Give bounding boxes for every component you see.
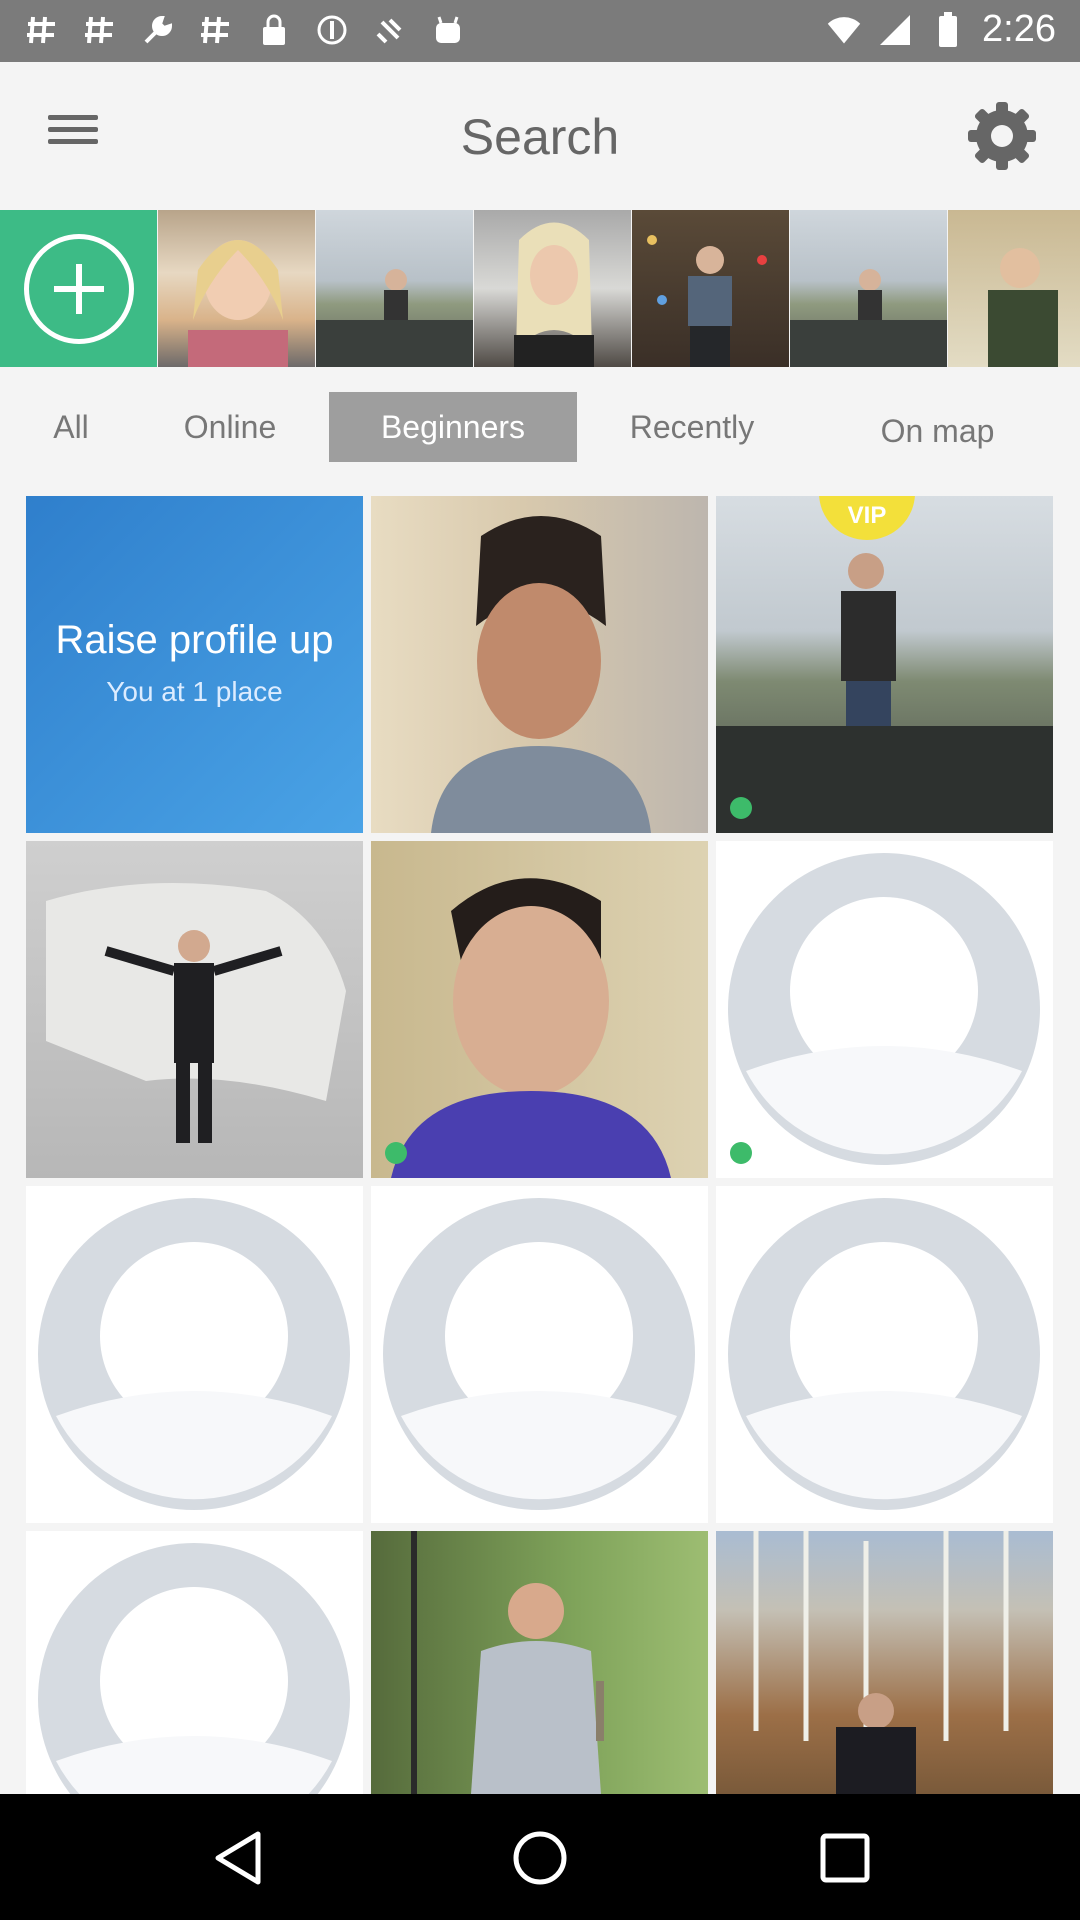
system-icons: 2:26 — [826, 8, 1056, 51]
profile-photo — [431, 516, 651, 833]
avatar-placeholder-icon — [38, 1198, 350, 1510]
status-bar: 2:26 — [0, 0, 1080, 62]
profile-photo — [716, 553, 1053, 833]
avatar-placeholder-icon — [728, 853, 1040, 1165]
page-title: Search — [460, 109, 620, 165]
online-indicator — [730, 1142, 752, 1164]
filter-tabs: All Online Beginners Recently On map — [0, 392, 1080, 468]
signal-icon — [878, 12, 914, 48]
add-story-button[interactable] — [0, 210, 157, 367]
profile-card[interactable] — [371, 1186, 708, 1523]
avatar-placeholder-icon — [728, 1198, 1040, 1510]
blocked-icon — [314, 12, 350, 48]
plus-circle-icon — [23, 233, 134, 344]
profile-photo — [391, 878, 671, 1178]
profile-card[interactable] — [716, 841, 1053, 1178]
hashtag-icon — [82, 12, 118, 48]
story-thumbnail[interactable] — [474, 210, 631, 367]
recents-square-icon[interactable] — [815, 1828, 875, 1888]
story-thumbnail[interactable] — [158, 210, 315, 367]
promo-subtitle: You at 1 place — [106, 676, 283, 707]
lock-icon — [256, 12, 292, 48]
profile-card[interactable] — [716, 1186, 1053, 1523]
avatar-placeholder-icon — [38, 1543, 350, 1794]
status-time: 2:26 — [982, 8, 1056, 50]
profile-photo — [46, 883, 346, 1143]
gear-icon[interactable] — [964, 98, 1040, 174]
app-bar: Search — [0, 62, 1080, 210]
tab-online[interactable]: Online — [160, 392, 300, 462]
story-thumbnail[interactable] — [790, 210, 947, 367]
wifi-icon — [826, 12, 862, 48]
raise-profile-card[interactable]: Raise profile up You at 1 place — [26, 496, 363, 833]
notification-icons — [24, 12, 466, 48]
profile-photo — [411, 1531, 604, 1794]
tab-beginners[interactable]: Beginners — [329, 392, 577, 462]
hashtag-icon — [198, 12, 234, 48]
avatar-placeholder-icon — [383, 1198, 695, 1510]
story-thumbnail[interactable] — [316, 210, 473, 367]
profile-card[interactable] — [371, 841, 708, 1178]
back-triangle-icon[interactable] — [210, 1828, 270, 1888]
android-icon — [430, 12, 466, 48]
profile-card[interactable] — [371, 1531, 708, 1794]
tab-all[interactable]: All — [26, 392, 116, 462]
profile-card[interactable] — [716, 1531, 1053, 1794]
wrench-icon — [140, 12, 176, 48]
hashtag-icon — [24, 12, 60, 48]
navigation-bar — [0, 1794, 1080, 1920]
profile-photo — [753, 1531, 1009, 1794]
profile-card[interactable] — [26, 1531, 363, 1794]
story-thumbnail[interactable] — [632, 210, 789, 367]
profile-card[interactable] — [26, 1186, 363, 1523]
tab-on-map[interactable]: On map — [860, 396, 1015, 466]
battery-icon — [930, 11, 966, 48]
tab-recently[interactable]: Recently — [606, 392, 778, 462]
online-indicator — [730, 797, 752, 819]
promo-title: Raise profile up — [55, 618, 334, 662]
profile-card[interactable] — [371, 496, 708, 833]
home-circle-icon[interactable] — [510, 1828, 570, 1888]
online-indicator — [385, 1142, 407, 1164]
satellite-icon — [372, 12, 408, 48]
story-thumbnail[interactable] — [948, 210, 1080, 367]
profile-card[interactable] — [26, 841, 363, 1178]
profile-card[interactable]: VIP — [716, 496, 1053, 833]
stories-strip — [0, 210, 1080, 367]
